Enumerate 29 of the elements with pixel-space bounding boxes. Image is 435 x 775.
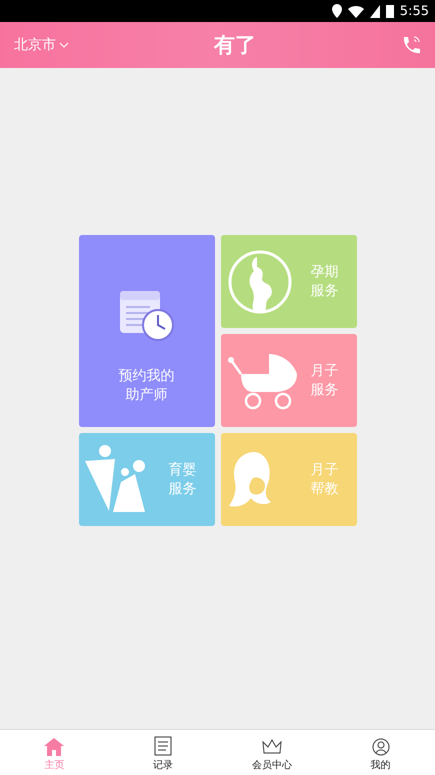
person-icon xyxy=(372,738,390,756)
status-time: 5:55 xyxy=(400,4,429,18)
nav-tab[interactable]: 我的 xyxy=(326,730,435,775)
nav-tab[interactable]: 会员中心 xyxy=(218,730,326,775)
tile-label: 孕期 服务 xyxy=(310,262,338,300)
service-tile[interactable]: 月子 服务 xyxy=(220,334,356,427)
nav-tab[interactable]: 主页 xyxy=(0,730,109,775)
wifi-icon xyxy=(348,4,364,18)
service-tile[interactable]: 预约我的 助产师 xyxy=(78,235,214,427)
battery-icon xyxy=(386,4,394,18)
tile-label: 预约我的 助产师 xyxy=(118,367,174,405)
crown-icon xyxy=(262,738,282,756)
tile-label: 月子 帮教 xyxy=(310,460,338,498)
city-selector[interactable]: 北京市 xyxy=(14,36,69,54)
phone-icon[interactable] xyxy=(401,35,421,55)
service-tile[interactable]: 月子 帮教 xyxy=(220,433,356,526)
document-icon xyxy=(154,736,172,756)
home-icon xyxy=(44,738,64,756)
nav-tab[interactable]: 记录 xyxy=(108,730,218,775)
signal-icon xyxy=(370,4,380,18)
service-tile[interactable]: 孕期 服务 xyxy=(220,235,356,328)
stroller-icon xyxy=(226,352,298,410)
location-icon xyxy=(332,4,342,18)
app-logo: 有了 xyxy=(214,32,256,59)
tile-label: 育婴 服务 xyxy=(168,460,196,498)
service-tile[interactable]: 育婴 服务 xyxy=(78,433,214,526)
tile-label: 月子 服务 xyxy=(310,362,338,400)
pregnant-woman-icon xyxy=(226,248,292,314)
caret-icon xyxy=(59,42,69,48)
